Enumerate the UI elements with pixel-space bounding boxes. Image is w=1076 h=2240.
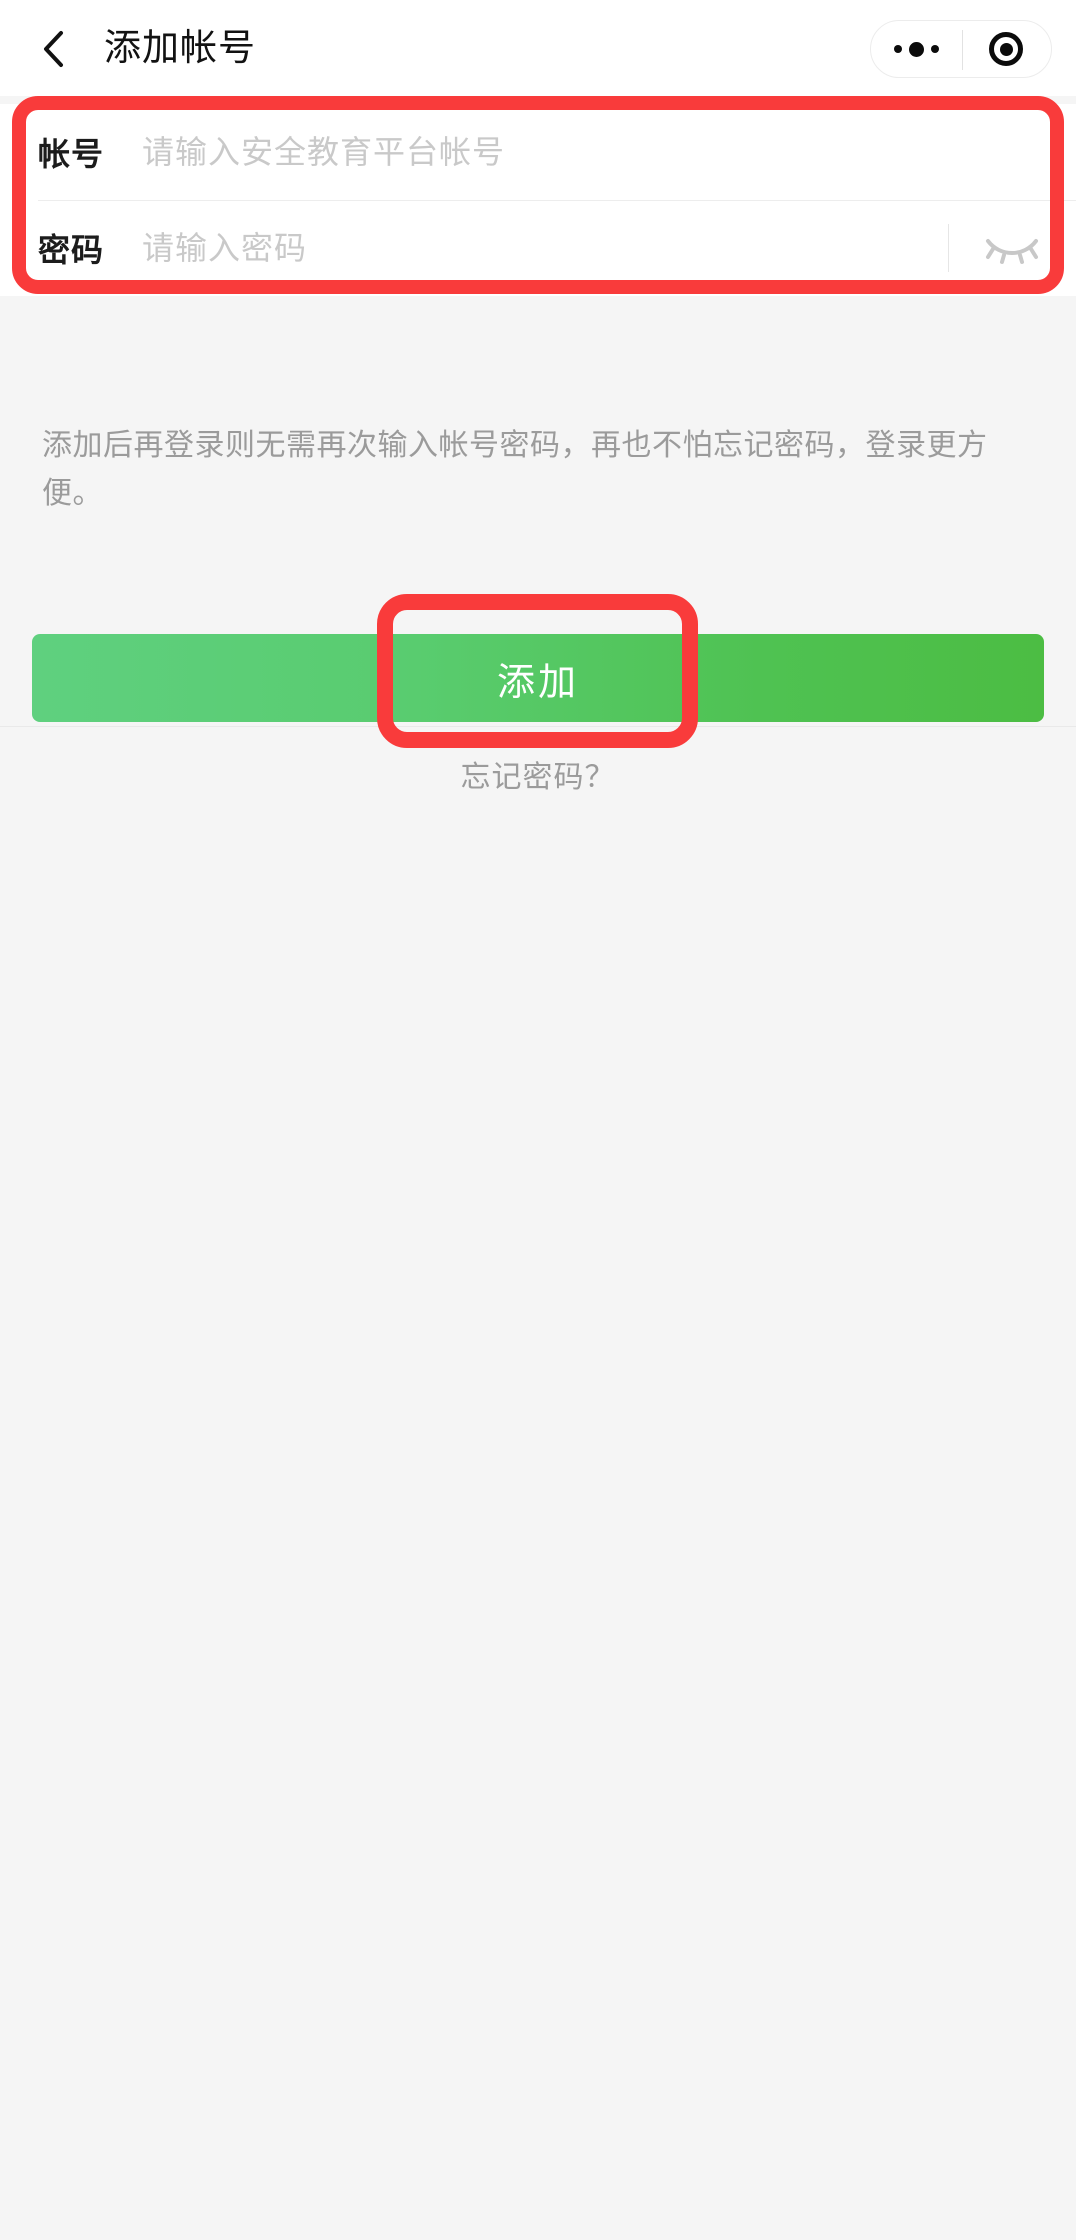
wechat-capsule xyxy=(870,20,1052,78)
page-title: 添加帐号 xyxy=(104,27,256,68)
capsule-divider xyxy=(962,30,963,70)
capsule-menu-button[interactable] xyxy=(871,20,961,78)
account-input[interactable] xyxy=(142,122,1076,182)
target-core xyxy=(999,42,1013,56)
password-field-label: 密码 xyxy=(38,232,105,268)
dot-left xyxy=(893,45,902,53)
eye-closed-icon xyxy=(986,239,1038,264)
target-circle-icon xyxy=(989,32,1023,66)
back-button[interactable] xyxy=(22,18,84,80)
dot-center xyxy=(908,41,924,57)
account-field-label: 帐号 xyxy=(38,136,105,172)
login-form-card: 帐号 密码 xyxy=(0,104,1076,296)
navigation-bar: 添加帐号 xyxy=(0,0,1076,96)
more-dots-icon xyxy=(893,41,939,57)
add-account-button[interactable]: 添加 xyxy=(32,634,1044,722)
section-divider xyxy=(0,726,1076,727)
password-input[interactable] xyxy=(142,218,948,278)
password-field-row[interactable]: 密码 xyxy=(0,200,1076,296)
eye-divider xyxy=(948,224,949,272)
submit-area: 添加 xyxy=(0,602,1076,722)
forgot-password-link[interactable]: 忘记密码？ xyxy=(0,752,1076,796)
password-visibility-toggle[interactable] xyxy=(948,200,1076,296)
dot-right xyxy=(930,45,939,53)
chevron-left-icon xyxy=(44,31,63,67)
form-hint-text: 添加后再登录则无需再次输入帐号密码，再也不怕忘记密码，登录更方便。 xyxy=(42,429,988,510)
account-field-row[interactable]: 帐号 xyxy=(0,104,1076,200)
capsule-close-button[interactable] xyxy=(961,20,1051,78)
